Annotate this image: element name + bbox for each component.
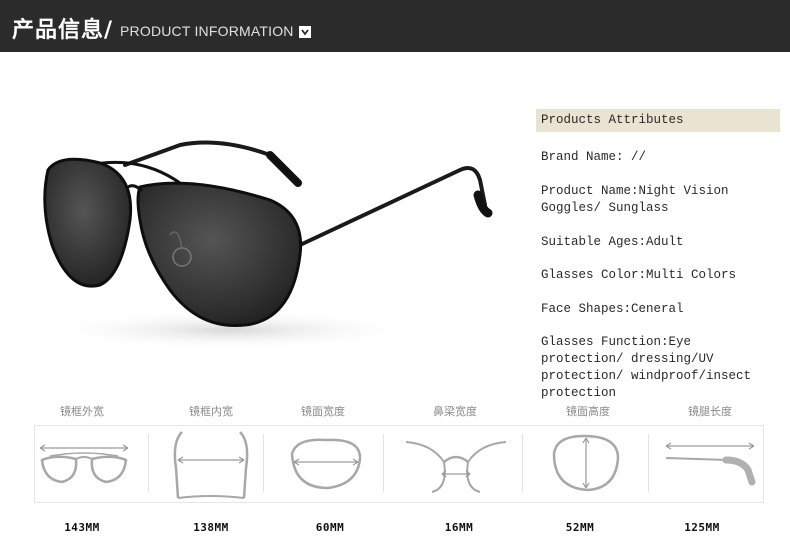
attributes-panel: Products Attributes <box>536 109 780 132</box>
attributes-header: Products Attributes <box>536 109 780 132</box>
product-image <box>40 140 493 350</box>
chevron-down-icon[interactable] <box>299 26 311 38</box>
divider <box>148 434 149 492</box>
measure-label-lens-height: 镜面高度 <box>566 405 610 418</box>
bridge-width-icon <box>405 441 507 493</box>
measure-value-temple-length: 125MM <box>684 521 720 534</box>
divider <box>383 434 384 492</box>
measure-label-frame-width: 镜框外宽 <box>60 405 104 418</box>
measurements-panel <box>34 425 764 503</box>
attr-face-shapes: Face Shapes:Ceneral <box>541 302 684 316</box>
divider <box>522 434 523 492</box>
attr-product-name: Product Name:Night Vision Goggles/ Sungl… <box>541 184 729 215</box>
header-title-en: PRODUCT INFORMATION <box>120 23 294 39</box>
page-header: 产品信息/ PRODUCT INFORMATION <box>0 0 790 52</box>
temple-length-icon <box>665 442 756 486</box>
frame-inner-width-icon <box>173 431 249 499</box>
lens-height-icon <box>552 434 620 492</box>
measure-value-frame-width: 143MM <box>64 521 100 534</box>
measure-value-frame-inner-width: 138MM <box>193 521 229 534</box>
divider <box>648 434 649 492</box>
attr-brand-name: Brand Name: // <box>541 150 647 164</box>
measure-value-lens-height: 52MM <box>565 521 595 534</box>
measure-label-frame-inner-width: 镜框内宽 <box>189 405 233 418</box>
frame-width-icon <box>39 444 129 484</box>
attr-glasses-color: Glasses Color:Multi Colors <box>541 268 737 282</box>
divider <box>263 434 264 492</box>
lens-width-icon <box>290 438 362 490</box>
measure-label-bridge-width: 鼻梁宽度 <box>433 405 477 418</box>
measure-label-lens-width: 镜面宽度 <box>301 405 345 418</box>
header-title-cn: 产品信息/ <box>12 18 114 43</box>
attr-suitable-ages: Suitable Ages:Adult <box>541 235 684 249</box>
measure-value-lens-width: 60MM <box>315 521 345 534</box>
measure-value-bridge-width: 16MM <box>444 521 474 534</box>
attr-glasses-function: Glasses Function:Eye protection/ dressin… <box>541 335 752 400</box>
measure-label-temple-length: 镜腿长度 <box>688 405 732 418</box>
